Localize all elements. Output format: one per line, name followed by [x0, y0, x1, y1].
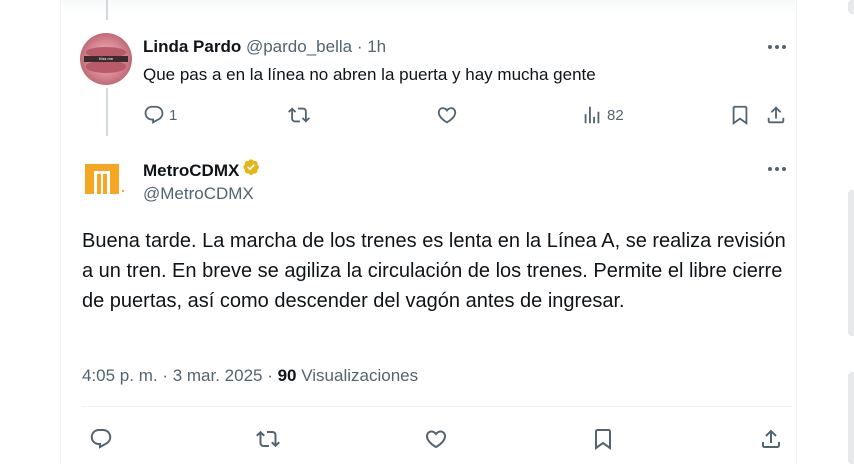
author-name[interactable]: MetroCDMX [143, 161, 239, 181]
sidebar-card-edge [848, 372, 854, 464]
separator-dot: · [356, 37, 363, 56]
reply-icon [90, 429, 112, 449]
verified-badge-icon[interactable] [242, 158, 262, 183]
like-button[interactable] [436, 104, 458, 126]
bookmark-button[interactable] [591, 427, 615, 451]
timeline-left-border [60, 0, 61, 464]
reply-text: Que pas a en la línea no abren la puerta… [143, 65, 596, 84]
reply-button[interactable] [89, 427, 113, 451]
previous-tweet-edge [62, 0, 796, 14]
share-icon [762, 429, 780, 448]
reply-count: 1 [169, 106, 178, 124]
analytics-icon [584, 106, 600, 124]
metro-logo[interactable] [85, 160, 125, 198]
views-label: Visualizaciones [296, 366, 419, 385]
timeline-right-border [796, 0, 797, 464]
like-button[interactable] [424, 427, 448, 451]
reply-author-handle[interactable]: @pardo_bella [246, 37, 352, 56]
bookmark-button[interactable] [729, 104, 751, 126]
thread-connector-line [106, 0, 108, 20]
more-icon[interactable] [765, 159, 789, 179]
share-button[interactable] [765, 104, 787, 126]
share-button[interactable] [759, 427, 783, 451]
avatar-lips [86, 61, 126, 73]
reply-icon [144, 105, 164, 124]
divider [82, 406, 792, 407]
tweet-meta: 4:05 p. m. · 3 mar. 2025 · 90 Visualizac… [82, 366, 418, 386]
metro-logo-icon [85, 164, 124, 194]
heart-icon [437, 107, 457, 124]
reply-time[interactable]: 1h [367, 37, 386, 56]
timestamp[interactable]: 4:05 p. m. · 3 mar. 2025 · [82, 366, 278, 385]
reply-button[interactable]: 1 [143, 104, 177, 126]
avatar-text: Kiss me [98, 56, 114, 61]
reply-header: Linda Pardo @pardo_bella · 1h [143, 37, 386, 57]
reply-author-name[interactable]: Linda Pardo [143, 37, 241, 56]
views-count: 82 [607, 106, 624, 124]
views-count: 90 [277, 366, 297, 385]
repost-icon [288, 107, 310, 123]
repost-icon [256, 430, 280, 448]
thread-connector-line [106, 88, 108, 136]
share-icon [767, 106, 785, 124]
avatar[interactable]: Kiss me [80, 33, 132, 85]
bookmark-icon [595, 429, 611, 450]
heart-icon [425, 430, 447, 449]
sidebar-card-edge [848, 190, 854, 336]
sidebar-card-edge [848, 0, 854, 14]
bookmark-icon [732, 105, 748, 126]
author-handle[interactable]: @MetroCDMX [143, 184, 254, 204]
more-icon[interactable] [765, 37, 789, 57]
tweet-text: Buena tarde. La marcha de los trenes es … [82, 230, 786, 312]
repost-button[interactable] [288, 104, 310, 126]
views-button[interactable]: 82 [581, 104, 624, 126]
repost-button[interactable] [256, 427, 280, 451]
author-row: MetroCDMX [143, 158, 262, 183]
